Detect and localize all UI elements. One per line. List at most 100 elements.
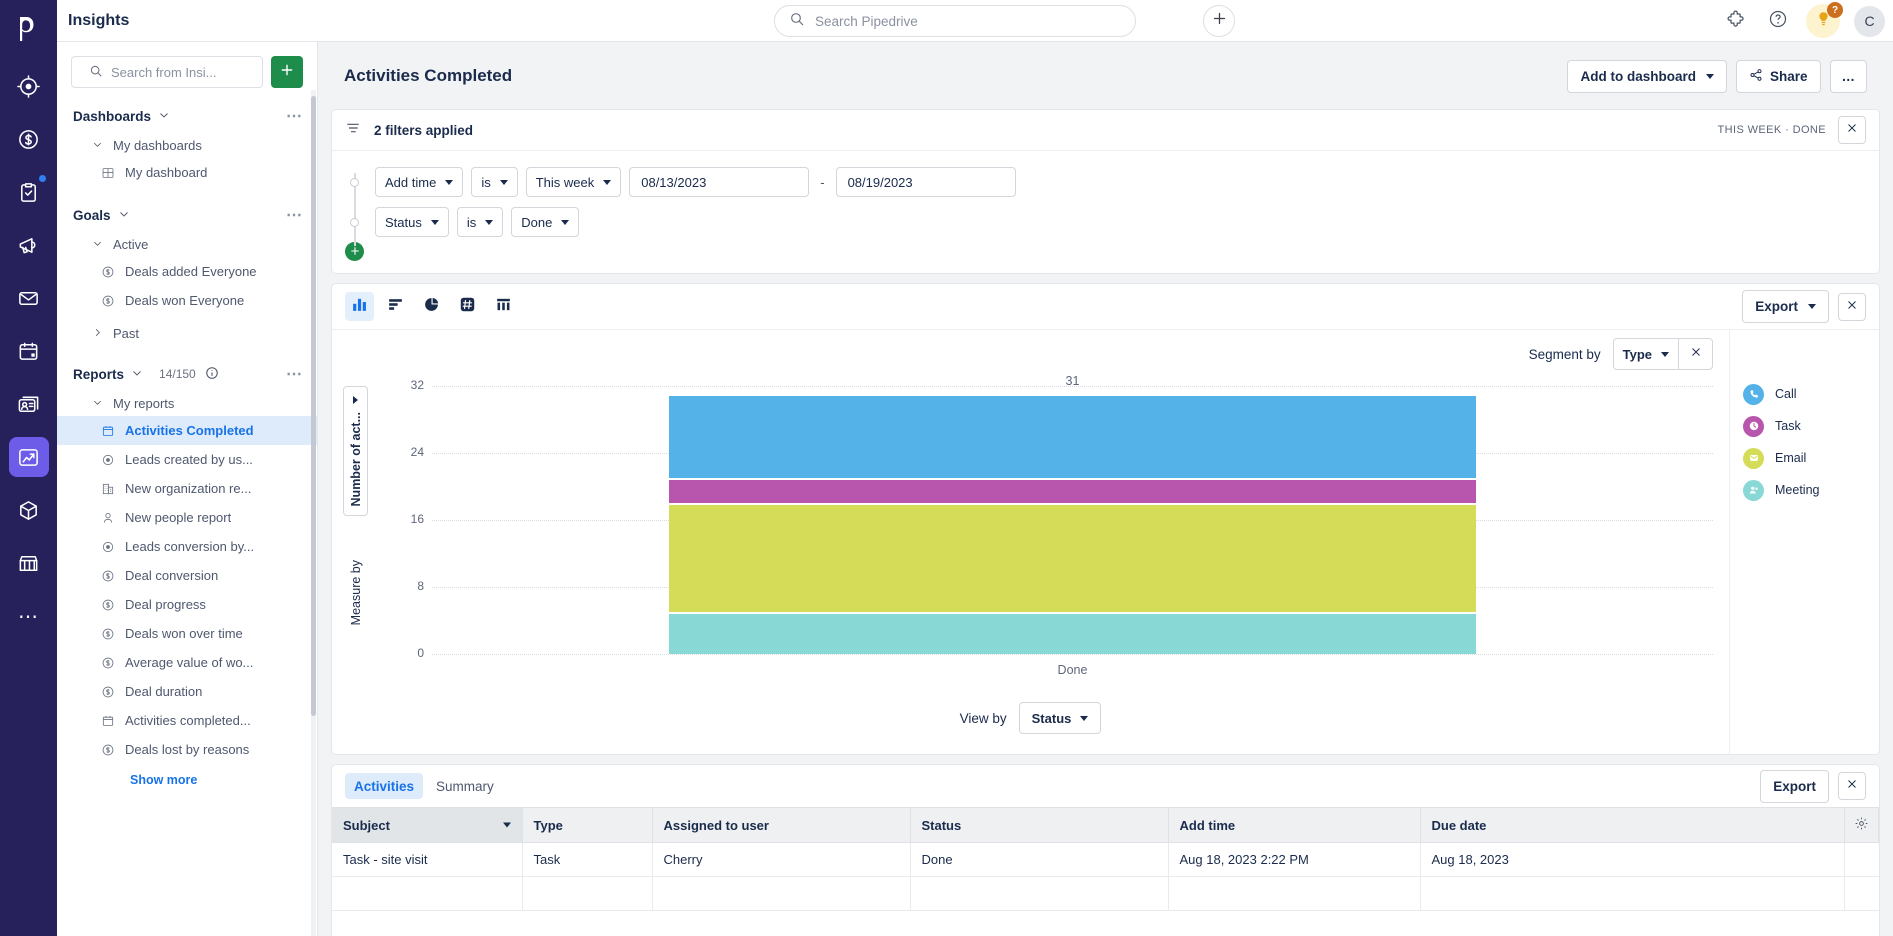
sidebar-item-deal-duration[interactable]: Deal duration [57,677,317,706]
close-filters-button[interactable] [1838,116,1866,144]
sidebar-item-new-organization-report[interactable]: New organization re... [57,474,317,503]
rail-item-contacts[interactable] [9,384,49,424]
rail-item-products[interactable] [9,490,49,530]
filter-date-to-input[interactable]: 08/19/2023 [835,167,1016,197]
sidebar-search-input[interactable]: Search from Insi... [71,56,263,88]
filter-value-select-2[interactable]: Done [511,207,580,237]
rail-item-calendar[interactable] [9,331,49,371]
column-header-status[interactable]: Status [910,807,1169,843]
clear-segment-by-button[interactable] [1679,338,1713,370]
tab-activities[interactable]: Activities [345,773,424,799]
rail-item-insights[interactable] [8,437,49,477]
filter-field-select-2[interactable]: Status [375,207,449,237]
chart-type-horizontal-bar-button[interactable] [381,292,410,321]
chart-type-scorecard-button[interactable] [453,292,482,321]
sidebar-subgroup-past[interactable]: Past [57,320,317,346]
sidebar-item-activities-completed-2[interactable]: Activities completed... [57,706,317,735]
cell-due-date: Aug 18, 2023 [1420,842,1845,877]
sidebar-item-new-people-report[interactable]: New people report [57,503,317,532]
bar-segment-email[interactable] [668,504,1476,613]
chart-type-pie-button[interactable] [417,292,446,321]
column-header-add-time[interactable]: Add time [1168,807,1421,843]
filter-operator-select-2[interactable]: is [456,207,504,237]
view-by-control: View by Status [332,688,1729,748]
report-more-button[interactable]: … [1829,59,1867,93]
legend-item-meeting[interactable]: Meeting [1730,474,1879,506]
global-search-box[interactable]: Search Pipedrive [774,5,1136,37]
bar-segment-meeting[interactable] [668,613,1476,654]
rail-item-leads[interactable] [9,66,49,106]
rail-item-more[interactable]: ⋯ [9,596,49,636]
sidebar-item-deal-conversion[interactable]: Deal conversion [57,561,317,590]
sidebar-item-activities-completed[interactable]: Activities Completed [57,416,317,445]
sidebar-group-menu-reports[interactable]: ⋯ [286,364,303,384]
sidebar-item-leads-created-by-user[interactable]: Leads created by us... [57,445,317,474]
bar-segment-call[interactable] [668,395,1476,479]
filter-field-select-1[interactable]: Add time [375,167,464,197]
quick-add-button[interactable] [1203,5,1235,37]
table-row[interactable] [332,876,1879,911]
sidebar-subgroup-active[interactable]: Active [57,231,317,257]
sidebar-item-deals-lost-by-reasons[interactable]: Deals lost by reasons [57,735,317,764]
close-chart-button[interactable] [1838,292,1866,321]
rail-item-deals[interactable] [9,119,49,159]
column-header-subject[interactable]: Subject [332,807,523,843]
tab-summary[interactable]: Summary [427,773,503,799]
add-to-dashboard-button[interactable]: Add to dashboard [1567,59,1727,93]
sidebar-item-leads-conversion-by[interactable]: Leads conversion by... [57,532,317,561]
legend-item-task[interactable]: Task [1730,410,1879,442]
filter-value-select-1[interactable]: This week [525,167,622,197]
segment-by-select[interactable]: Type [1612,338,1679,370]
sidebar-group-header-goals[interactable]: Goals ⋯ [57,204,317,226]
rail-item-mail[interactable] [9,278,49,318]
whats-new-button[interactable]: ? [1806,2,1843,38]
column-header-due-date[interactable]: Due date [1420,807,1845,843]
sidebar-item-deals-won-everyone[interactable]: Deals won Everyone [57,286,317,315]
sidebar-subgroup-my-reports[interactable]: My reports [57,390,317,416]
chevron-down-icon[interactable] [118,208,130,223]
chart-type-bar-button[interactable] [345,292,374,321]
sidebar-scrollbar-thumb[interactable] [311,96,316,716]
legend-item-call[interactable]: Call [1730,378,1879,410]
view-by-select[interactable]: Status [1018,702,1102,734]
y-axis-measure-select[interactable]: Number of act... [343,386,368,516]
pipedrive-logo[interactable] [9,8,49,48]
sidebar-subgroup-my-dashboards[interactable]: My dashboards [57,132,317,158]
info-icon[interactable] [205,366,219,383]
global-search[interactable]: Search Pipedrive [774,5,1136,37]
rail-item-campaigns[interactable] [9,225,49,265]
sidebar-item-deals-won-over-time[interactable]: Deals won over time [57,619,317,648]
chart-toolbar-right: Export [1742,290,1866,323]
sidebar-group-menu-dashboards[interactable]: ⋯ [286,106,303,126]
chevron-down-icon[interactable] [131,367,143,382]
sidebar-add-button[interactable] [271,56,303,88]
column-header-assigned-to-user[interactable]: Assigned to user [652,807,911,843]
table-row[interactable]: Task - site visit Task Cherry Done Aug 1… [332,842,1879,877]
table-export-button[interactable]: Export [1760,769,1829,803]
bar-segment-task[interactable] [668,479,1476,504]
share-button[interactable]: Share [1735,59,1821,93]
rail-item-marketplace[interactable] [9,543,49,583]
sidebar-group-header-dashboards[interactable]: Dashboards ⋯ [57,105,317,127]
help-button[interactable] [1764,7,1792,35]
sidebar-show-more-button[interactable]: Show more [57,773,317,787]
bar-column-done[interactable]: 31 [668,374,1476,654]
chart-export-button[interactable]: Export [1742,290,1829,323]
filter-date-from-input[interactable]: 08/13/2023 [629,167,810,197]
filter-operator-select-1[interactable]: is [471,167,518,197]
user-avatar[interactable]: C [1854,5,1885,37]
sidebar-item-average-value-of-won[interactable]: Average value of wo... [57,648,317,677]
chart-type-table-button[interactable] [489,292,518,321]
sidebar-item-deals-added-everyone[interactable]: Deals added Everyone [57,257,317,286]
column-header-type[interactable]: Type [522,807,653,843]
sidebar-item-deal-progress[interactable]: Deal progress [57,590,317,619]
rail-item-activities[interactable] [9,172,49,212]
chevron-down-icon[interactable] [158,109,170,124]
marketplace-apps-button[interactable] [1722,7,1750,35]
table-settings-button[interactable] [1844,807,1879,843]
sidebar-item-my-dashboard[interactable]: My dashboard [57,158,317,187]
legend-item-email[interactable]: Email [1730,442,1879,474]
sidebar-group-header-reports[interactable]: Reports 14/150 ⋯ [57,363,317,385]
close-table-button[interactable] [1838,772,1866,800]
sidebar-group-menu-goals[interactable]: ⋯ [286,205,303,225]
